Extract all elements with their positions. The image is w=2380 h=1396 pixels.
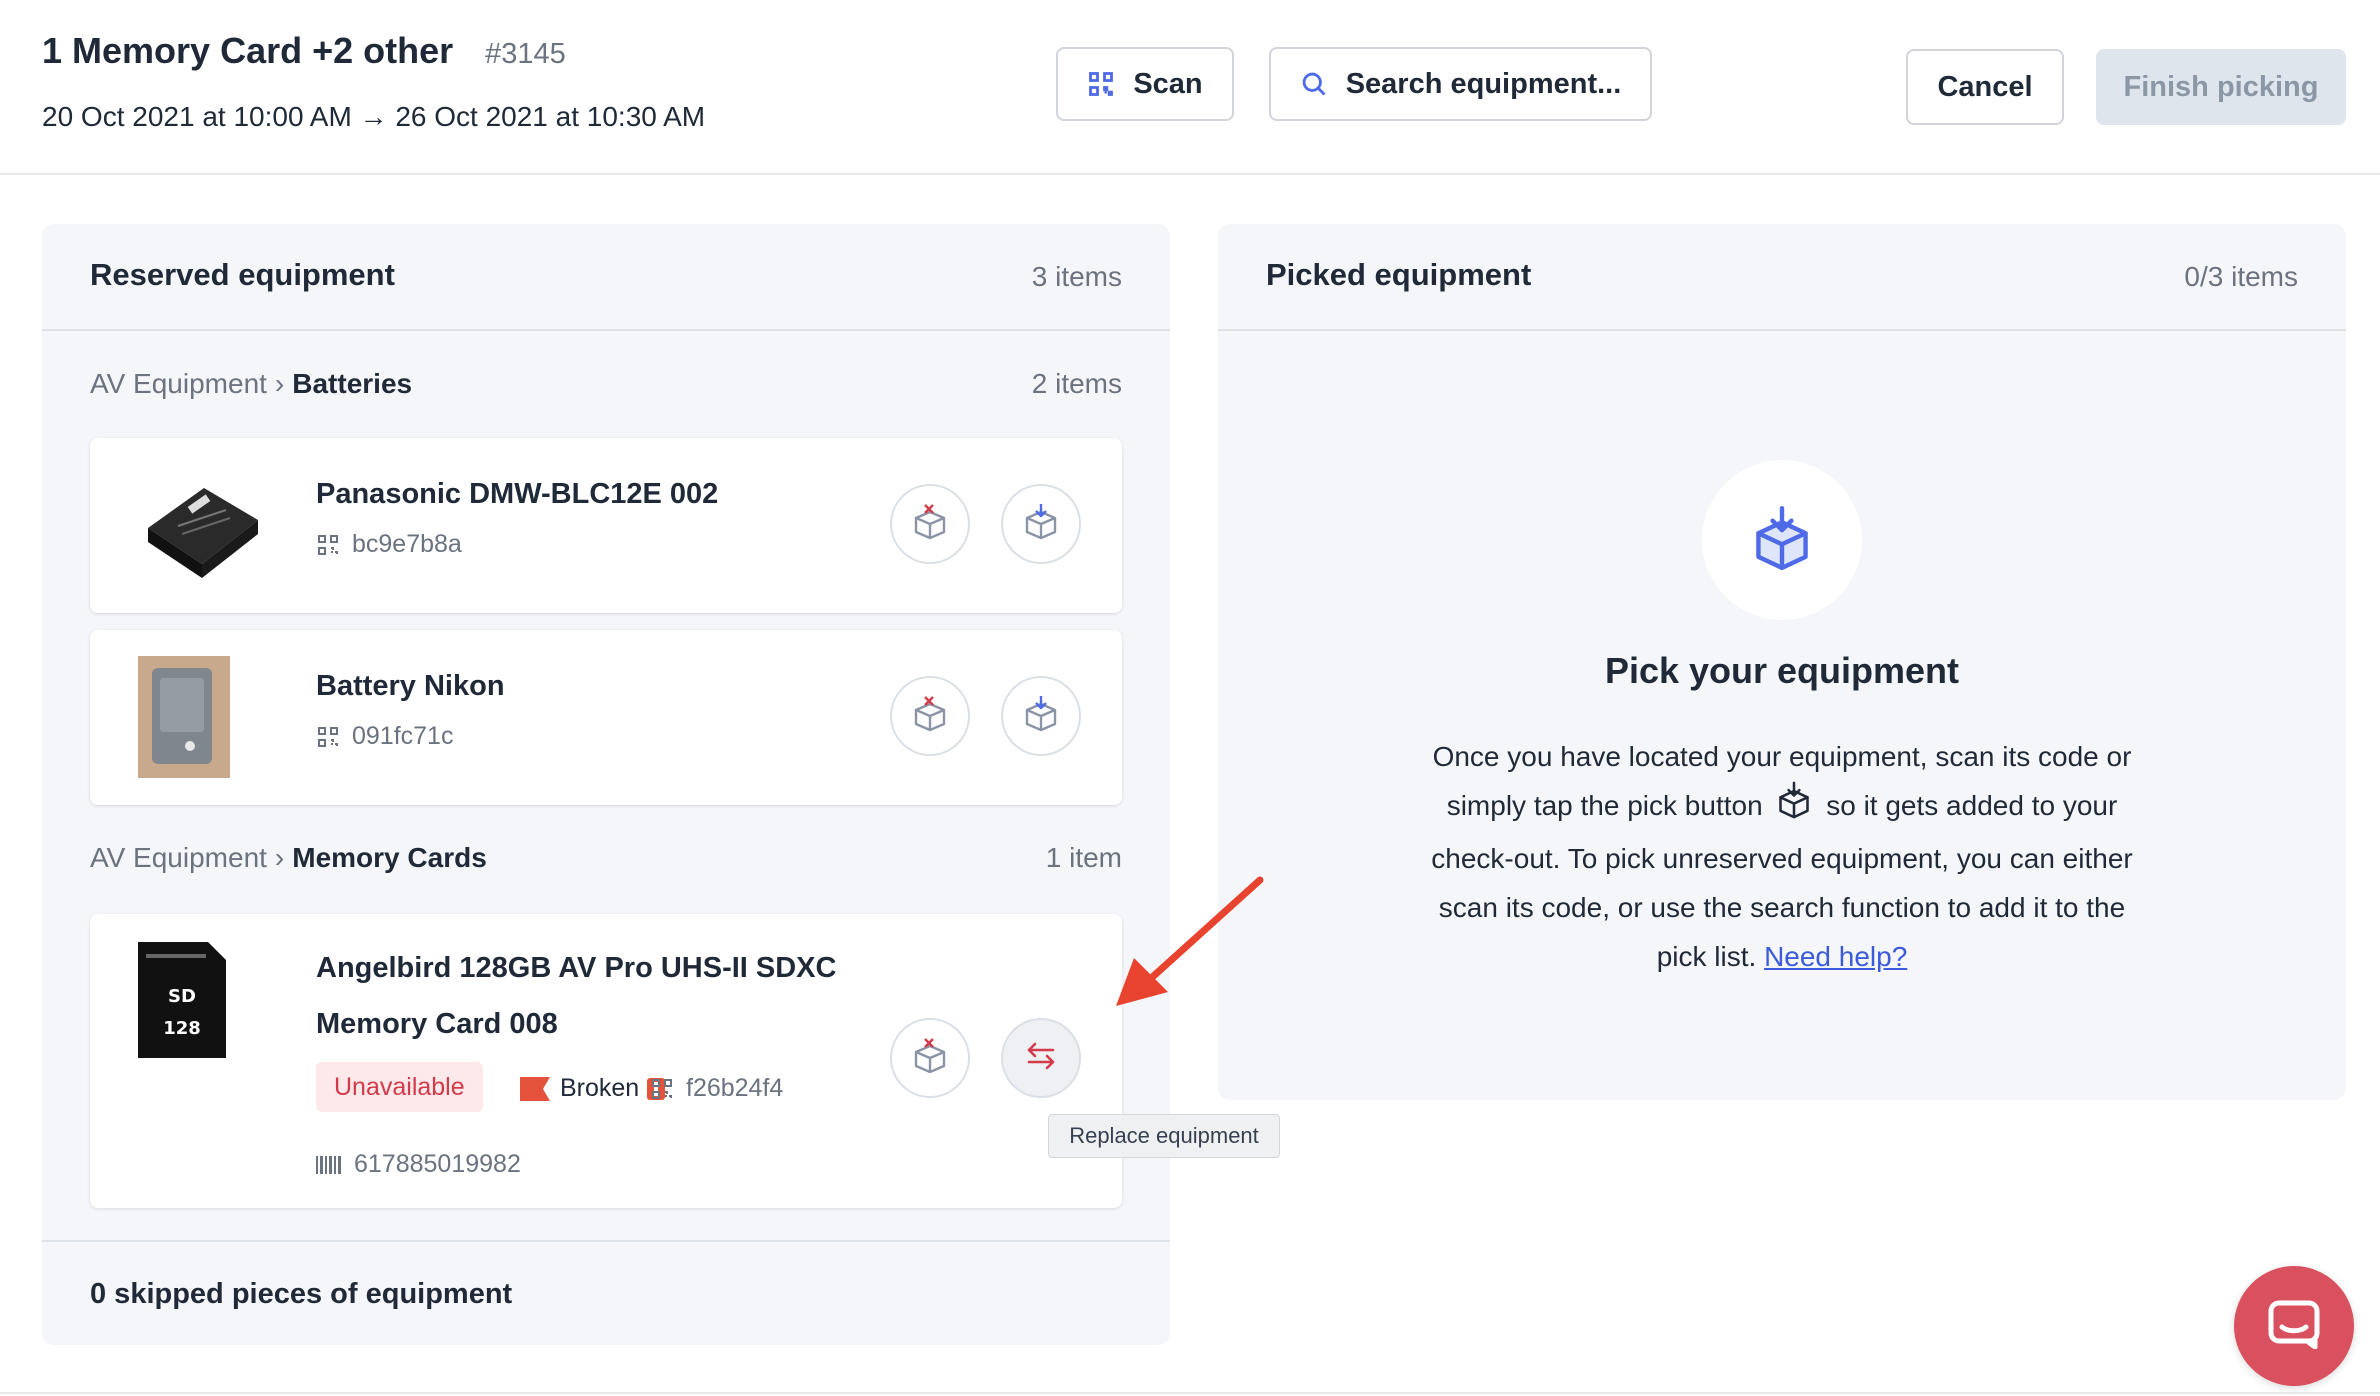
skip-equipment-button[interactable] (890, 676, 970, 756)
need-help-link[interactable]: Need help? (1764, 941, 1907, 972)
equipment-code-text: 091fc71c (352, 722, 454, 750)
top-bar: 1 Memory Card +2 other #3145 20 Oct 2021… (0, 0, 2380, 175)
reserved-title: Reserved equipment (90, 257, 395, 292)
qr-code-icon (650, 1077, 674, 1101)
replace-equipment-button[interactable] (1001, 1018, 1081, 1098)
skip-equipment-button[interactable] (890, 484, 970, 564)
equipment-name: Battery Nikon (316, 670, 505, 702)
pick-equipment-button[interactable] (1001, 676, 1081, 756)
flag-label: Broken (560, 1074, 640, 1102)
chat-launcher[interactable] (2234, 1266, 2354, 1386)
picked-panel-header: Picked equipment 0/3 items (1218, 224, 2346, 331)
scan-button[interactable]: Scan (1056, 47, 1234, 121)
svg-text:SD: SD (168, 986, 196, 1007)
empty-state-title: Pick your equipment (1604, 650, 1960, 691)
equipment-thumbnail (138, 466, 262, 591)
svg-text:128: 128 (163, 1018, 201, 1039)
search-equipment-button[interactable]: Search equipment... (1269, 47, 1652, 121)
qr-code-icon (316, 725, 340, 749)
category-name: Batteries (292, 368, 413, 399)
equipment-code: 091fc71c (316, 722, 453, 751)
pick-box-icon (1750, 505, 1814, 576)
unpick-box-icon (910, 1036, 950, 1081)
barcode-icon (316, 1155, 342, 1174)
category-name: Memory Cards (292, 842, 487, 873)
reserved-panel-header: Reserved equipment 3 items (42, 224, 1170, 331)
date-range: 20 Oct 2021 at 10:00 AM → 26 Oct 2021 at… (42, 101, 706, 132)
reserved-count: 3 items (1031, 261, 1122, 292)
annotation-arrow (1108, 872, 1268, 1017)
qr-code-icon (316, 533, 340, 557)
equipment-name-line1: Angelbird 128GB AV Pro UHS-II SDXC (316, 952, 837, 984)
equipment-name: Panasonic DMW-BLC12E 002 (316, 478, 719, 510)
broken-flag: Broken (520, 1074, 666, 1103)
flag-icon (520, 1076, 550, 1101)
pick-equipment-button[interactable] (1001, 484, 1081, 564)
divider (42, 1240, 1170, 1242)
page-title: 1 Memory Card +2 other (42, 30, 454, 71)
category-separator: › (274, 842, 285, 873)
equipment-thumbnail (138, 656, 230, 783)
chat-icon (2267, 1299, 2321, 1354)
pick-box-icon (1021, 502, 1061, 547)
equipment-code-text: bc9e7b8a (352, 530, 462, 558)
category-header-batteries: AV Equipment › Batteries 2 items (90, 368, 1122, 408)
qr-scan-icon (1087, 70, 1115, 98)
scan-label: Scan (1133, 67, 1203, 100)
status-badge: Unavailable (316, 1062, 483, 1112)
category-separator: › (274, 368, 285, 399)
skipped-equipment-summary[interactable]: 0 skipped pieces of equipment (90, 1278, 512, 1311)
pick-box-icon (1021, 694, 1061, 739)
empty-state-illustration (1702, 460, 1862, 620)
category-count: 1 item (1045, 842, 1122, 873)
replace-icon (1023, 1038, 1059, 1079)
search-icon (1300, 70, 1328, 98)
equipment-thumbnail: SD 128 (136, 940, 228, 1065)
skip-equipment-button[interactable] (890, 1018, 970, 1098)
finish-picking-button[interactable]: Finish picking (2096, 49, 2346, 125)
search-label: Search equipment... (1345, 67, 1622, 100)
unpick-box-icon (910, 694, 950, 739)
pick-box-icon (1776, 781, 1812, 834)
order-number: #3145 (485, 38, 566, 70)
equipment-code: bc9e7b8a (316, 530, 462, 559)
barcode: 617885019982 (316, 1150, 521, 1179)
equipment-code-text: f26b24f4 (686, 1074, 784, 1102)
category-parent: AV Equipment (90, 842, 267, 873)
picked-count: 0/3 items (2184, 261, 2298, 292)
equipment-code: f26b24f4 (650, 1074, 783, 1103)
category-parent: AV Equipment (90, 368, 267, 399)
category-header-memory-cards: AV Equipment › Memory Cards 1 item (90, 842, 1122, 882)
divider (0, 1392, 2380, 1394)
empty-state-text: Once you have located your equipment, sc… (1430, 732, 2134, 981)
equipment-card[interactable]: Panasonic DMW-BLC12E 002 bc9e7b8a (90, 438, 1122, 613)
reserved-equipment-panel: Reserved equipment 3 items AV Equipment ›… (42, 224, 1170, 1345)
tooltip: Replace equipment (1048, 1114, 1280, 1158)
equipment-card[interactable]: Battery Nikon 091fc71c (90, 630, 1122, 805)
picked-title: Picked equipment (1266, 257, 1532, 292)
cancel-button[interactable]: Cancel (1906, 49, 2064, 125)
equipment-name-line2: Memory Card 008 (316, 1008, 558, 1040)
barcode-text: 617885019982 (354, 1150, 521, 1178)
unpick-box-icon (910, 502, 950, 547)
equipment-card[interactable]: SD 128 Angelbird 128GB AV Pro UHS-II SDX… (90, 914, 1122, 1208)
category-count: 2 items (1031, 368, 1122, 399)
title-row: 1 Memory Card +2 other #3145 (42, 30, 566, 72)
